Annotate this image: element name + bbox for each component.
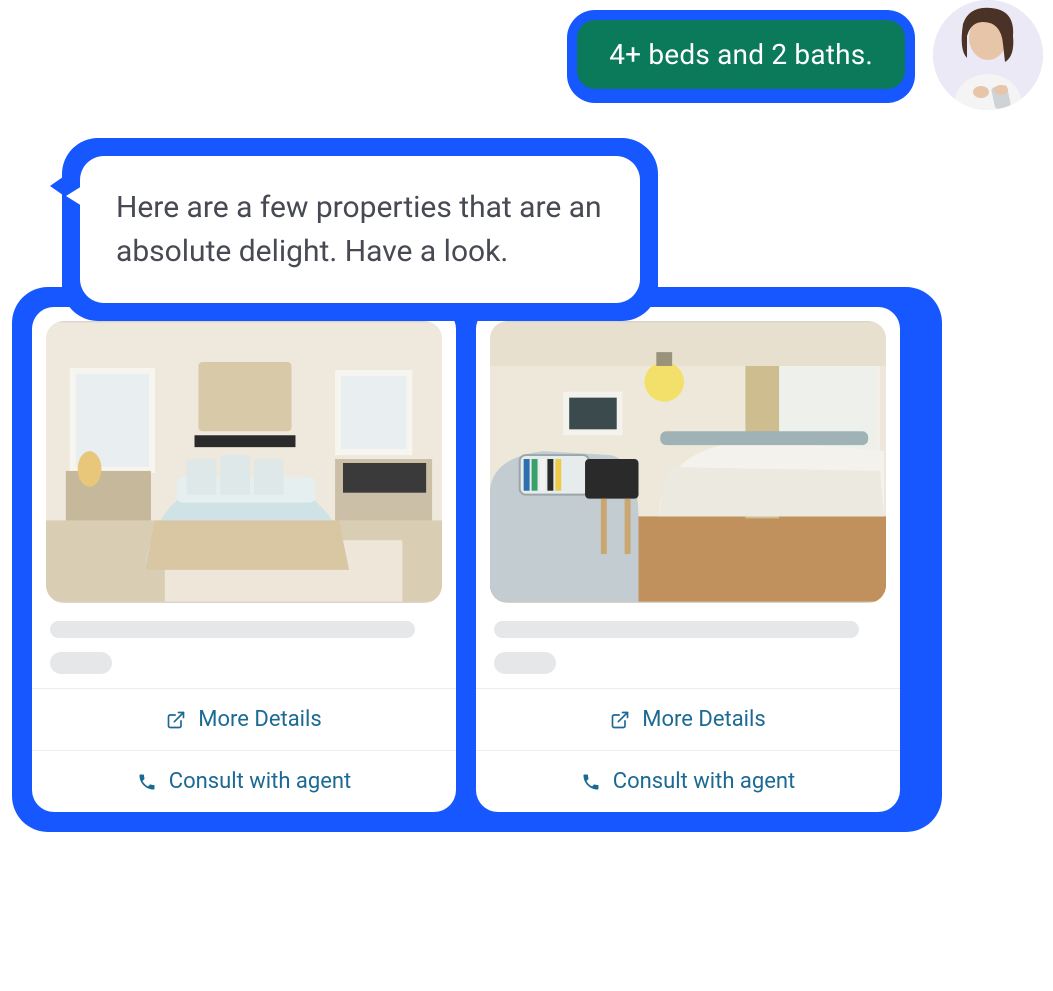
phone-icon (581, 772, 601, 792)
property-cards-container: More Details Consult with agent (12, 287, 942, 832)
bot-response-section: Here are a few properties that are an ab… (12, 138, 942, 832)
bot-message-bubble: Here are a few properties that are an ab… (80, 156, 640, 303)
user-avatar (933, 0, 1043, 110)
skeleton-title (50, 621, 415, 638)
property-image (46, 321, 442, 603)
consult-agent-label: Consult with agent (613, 769, 796, 794)
skeleton-price (494, 652, 556, 674)
bot-message-text: Here are a few properties that are an ab… (116, 190, 602, 269)
user-message-text: 4+ beds and 2 baths. (609, 38, 873, 71)
avatar-image (933, 0, 1043, 110)
consult-agent-button[interactable]: Consult with agent (476, 750, 900, 812)
external-link-icon (610, 710, 630, 730)
user-message-row: 4+ beds and 2 baths. (0, 0, 1053, 110)
more-details-button[interactable]: More Details (32, 689, 456, 750)
more-details-label: More Details (642, 707, 765, 732)
consult-agent-button[interactable]: Consult with agent (32, 750, 456, 812)
skeleton-title (494, 621, 859, 638)
bot-bubble-outline: Here are a few properties that are an ab… (62, 138, 658, 321)
property-image (490, 321, 886, 603)
user-message-bubble: 4+ beds and 2 baths. (577, 20, 905, 89)
more-details-label: More Details (198, 707, 321, 732)
property-card-actions: More Details Consult with agent (476, 688, 900, 812)
property-card: More Details Consult with agent (32, 307, 456, 812)
more-details-button[interactable]: More Details (476, 689, 900, 750)
property-card: More Details Consult with agent (476, 307, 900, 812)
property-card-actions: More Details Consult with agent (32, 688, 456, 812)
external-link-icon (166, 710, 186, 730)
phone-icon (137, 772, 157, 792)
property-card-body (476, 603, 900, 688)
consult-agent-label: Consult with agent (169, 769, 352, 794)
property-card-body (32, 603, 456, 688)
skeleton-price (50, 652, 112, 674)
user-bubble-outline: 4+ beds and 2 baths. (567, 10, 915, 103)
